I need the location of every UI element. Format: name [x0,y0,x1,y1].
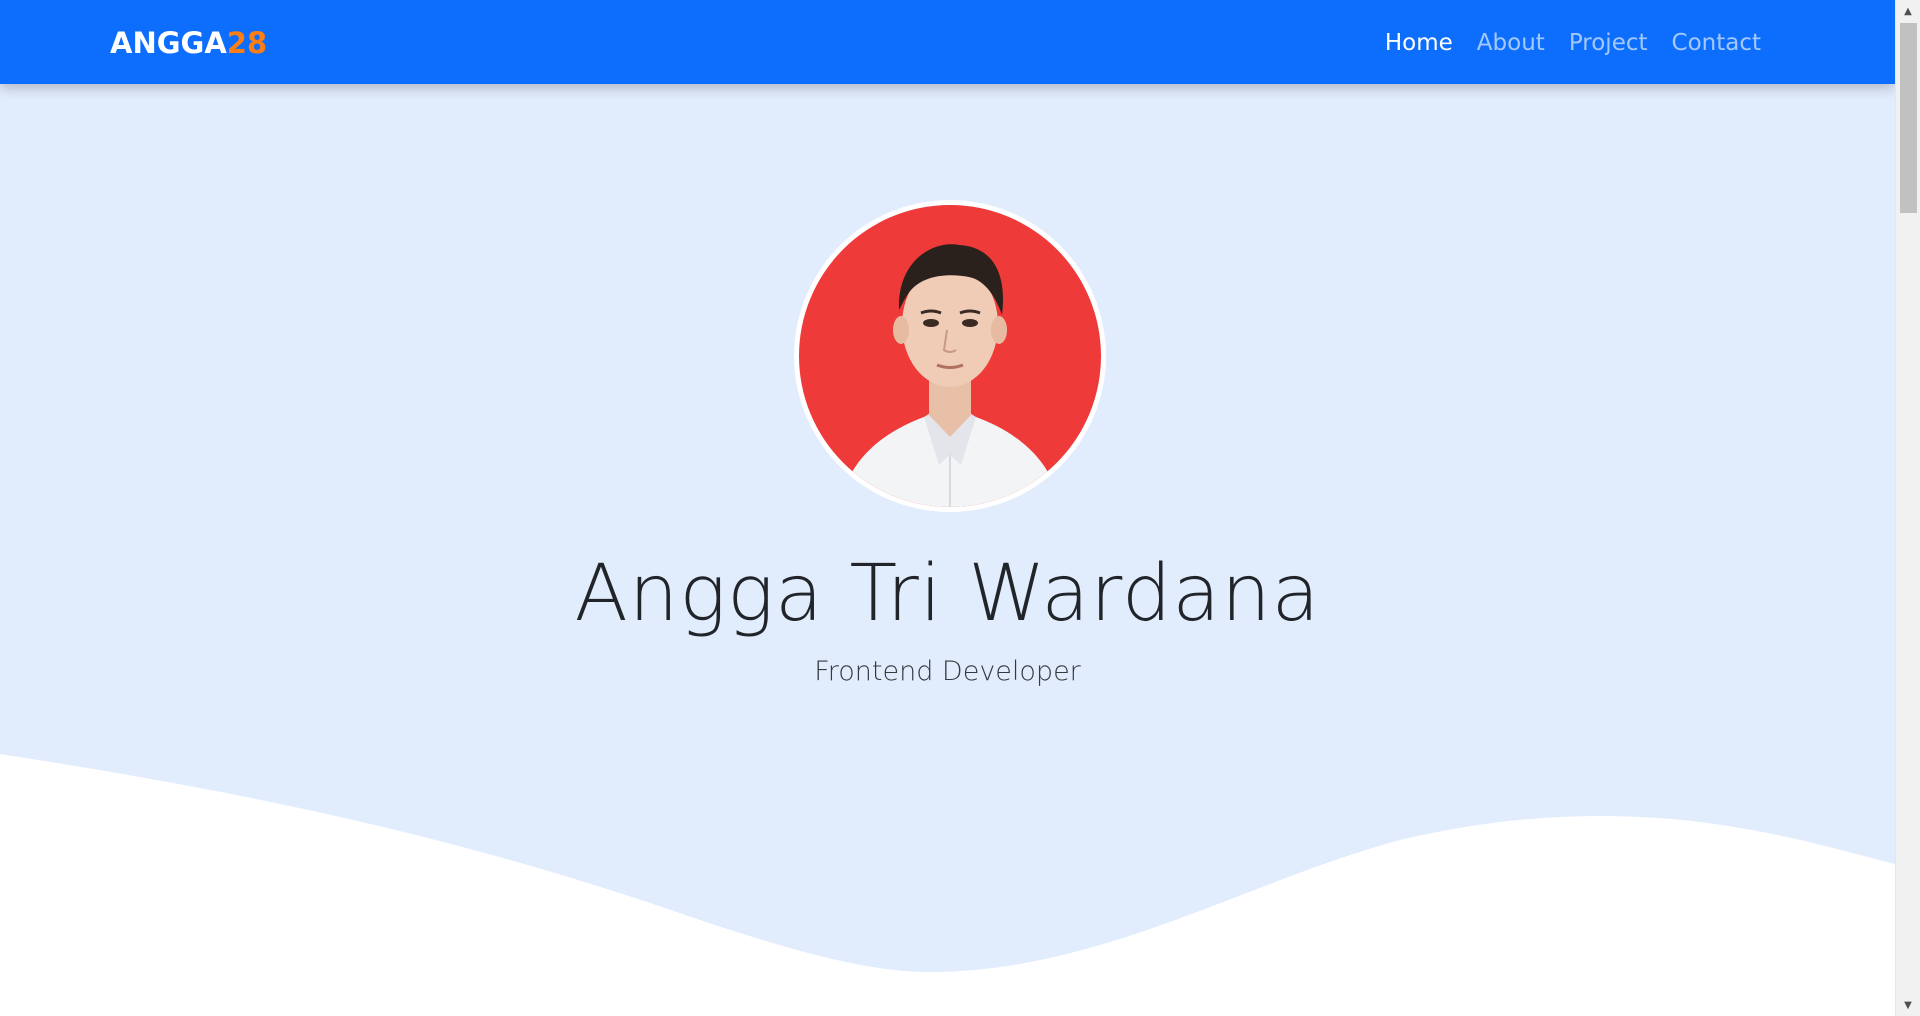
brand-accent: 28 [226,26,268,60]
nav-link-about[interactable]: About [1465,25,1557,61]
brand-main: ANGGA [110,26,227,60]
nav-link-home[interactable]: Home [1373,25,1465,61]
profile-avatar [794,200,1106,512]
arrow-down-icon[interactable]: ▼ [1896,994,1920,1016]
wave-divider [0,754,1895,1016]
vertical-scrollbar[interactable]: ▲ ▼ [1895,0,1920,1016]
arrow-up-icon[interactable]: ▲ [1896,0,1920,22]
page: Angga Tri Wardana Frontend Developer ANG… [0,0,1895,1016]
nav-links: Home About Project Contact [1373,25,1773,61]
navbar: ANGGA28 Home About Project Contact [0,0,1895,84]
nav-link-contact[interactable]: Contact [1660,25,1773,61]
profile-photo [799,205,1101,507]
hero-name: Angga Tri Wardana [574,549,1321,639]
nav-link-project[interactable]: Project [1557,25,1660,61]
hero-section: Angga Tri Wardana Frontend Developer [0,0,1895,1016]
brand-logo[interactable]: ANGGA28 [110,24,267,62]
hero-role: Frontend Developer [814,656,1081,687]
scrollbar-thumb[interactable] [1900,23,1917,213]
